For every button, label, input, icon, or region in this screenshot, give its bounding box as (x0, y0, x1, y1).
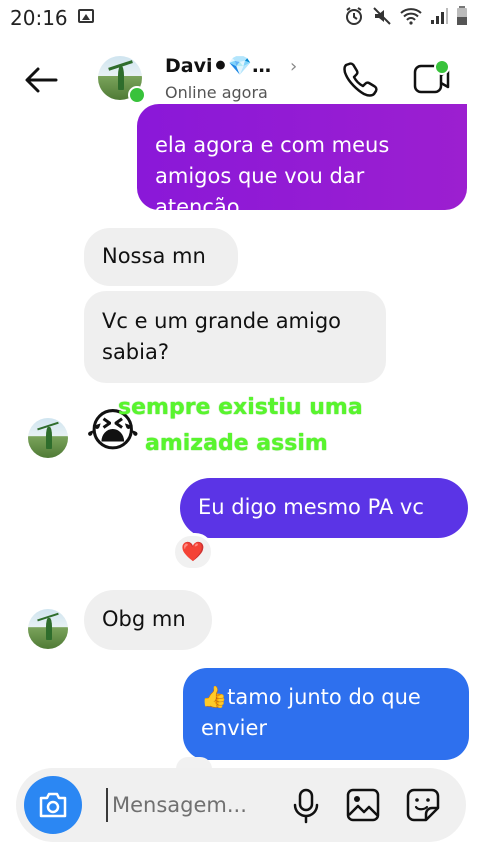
video-call-button[interactable] (412, 58, 452, 98)
gallery-notification-icon (78, 9, 94, 23)
arrow-left-icon (25, 67, 58, 93)
alarm-icon (346, 7, 362, 25)
camera-icon (39, 792, 67, 818)
contact-name[interactable]: Davi⚫💎… (165, 54, 271, 77)
sticker-icon (406, 788, 440, 822)
message-bubble-outgoing[interactable]: Eu digo mesmo PA vc (180, 478, 468, 538)
sender-avatar[interactable] (28, 609, 68, 649)
chevron-right-icon[interactable]: › (290, 56, 297, 77)
sender-avatar[interactable] (28, 418, 68, 458)
video-camera-icon (413, 59, 450, 94)
camera-button[interactable] (24, 776, 82, 834)
microphone-icon (293, 788, 319, 824)
mute-icon (373, 7, 391, 25)
wifi-icon (400, 8, 422, 25)
message-bubble-incoming[interactable]: Nossa mn (84, 228, 238, 286)
signal-icon (431, 8, 448, 24)
status-icons (344, 6, 468, 26)
image-icon (346, 788, 380, 822)
back-button[interactable] (22, 60, 62, 100)
contact-status: Online agora (165, 83, 268, 102)
message-bubble-outgoing[interactable]: ela agora e com meus amigos que vou dar … (137, 104, 467, 219)
message-composer (16, 768, 466, 842)
phone-icon (343, 62, 378, 97)
message-bubble-incoming[interactable]: Vc e um grande amigo sabia? (84, 291, 386, 383)
story-caption-line2: amizade assim (145, 431, 328, 456)
message-input[interactable] (106, 788, 282, 822)
message-bubble-incoming[interactable]: Obg mn (84, 590, 212, 650)
heart-reaction[interactable]: ❤️ (172, 533, 214, 571)
gallery-button[interactable] (344, 786, 382, 824)
status-time: 20:16 (10, 6, 68, 30)
microphone-button[interactable] (288, 786, 324, 826)
battery-icon (457, 6, 467, 25)
story-caption-line1: sempre existiu uma (118, 395, 363, 420)
status-bar: 20:16 (0, 0, 480, 36)
voice-call-button[interactable] (340, 58, 380, 98)
message-bubble-outgoing[interactable]: 👍tamo junto do que envier (183, 668, 469, 760)
online-indicator (128, 86, 146, 104)
sticker-button[interactable] (404, 786, 442, 824)
